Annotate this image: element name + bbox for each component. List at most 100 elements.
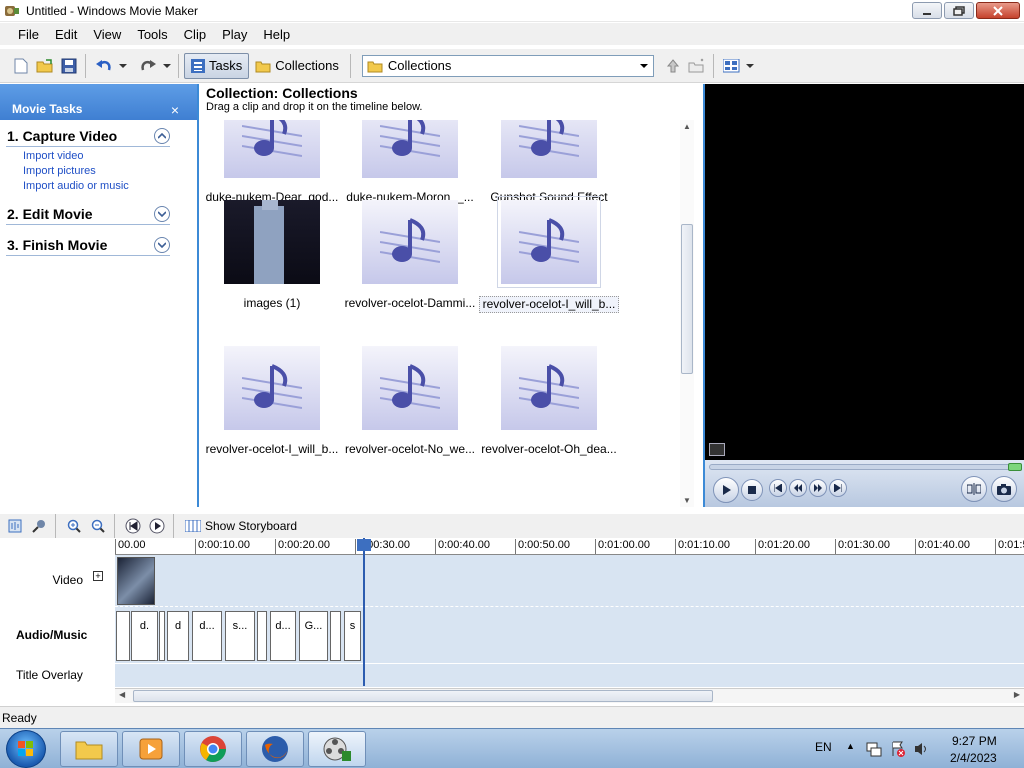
collection-scrollbar[interactable]: ▲ ▼ [680,120,694,507]
split-clip-button[interactable] [961,476,987,502]
scrollbar-thumb[interactable] [681,224,693,374]
play-button[interactable] [713,477,739,503]
collapse-section-button[interactable] [154,128,170,144]
import-audio-link[interactable]: Import audio or music [23,180,170,192]
tasks-button[interactable]: Tasks [184,52,250,79]
taskbar-movie-maker[interactable] [308,731,366,767]
audio-clip[interactable]: s [344,611,361,661]
new-project-button[interactable] [10,55,32,77]
scroll-left-arrow-icon[interactable]: ◀ [119,690,125,699]
photo-thumbnail[interactable] [224,200,320,284]
set-audio-levels-button[interactable] [4,516,26,536]
expand-section-button[interactable] [154,206,170,222]
fullscreen-icon[interactable] [709,443,725,456]
views-button[interactable] [721,55,743,77]
scrollbar-thumb[interactable] [133,690,713,702]
audio-clip[interactable] [330,611,341,661]
zoom-out-button[interactable] [87,516,109,536]
audio-thumbnail[interactable] [497,196,601,288]
maximize-button[interactable] [944,2,974,19]
playhead-marker[interactable] [357,539,371,551]
expand-section-button[interactable] [154,237,170,253]
undo-dropdown[interactable] [117,55,129,77]
play-timeline-button[interactable] [146,516,168,536]
narrate-timeline-button[interactable] [28,516,50,536]
audio-thumbnail[interactable] [501,346,597,430]
task-section-header[interactable]: 3. Finish Movie [6,235,170,256]
collection-item[interactable]: duke-nukem-Dear_god... [202,120,342,205]
open-project-button[interactable] [34,55,56,77]
close-tasks-pane-button[interactable]: × [171,102,179,118]
minimize-button[interactable] [912,2,942,19]
collection-item[interactable]: revolver-ocelot-Dammi... [340,200,480,311]
zoom-in-button[interactable] [63,516,85,536]
fast-forward-button[interactable] [809,479,827,497]
volume-icon[interactable] [914,741,930,757]
menu-file[interactable]: File [10,27,47,42]
audio-thumbnail[interactable] [501,120,597,178]
collections-button[interactable]: Collections [249,53,345,79]
task-section-header[interactable]: 1. Capture Video [6,126,170,147]
collection-item[interactable]: images (1) [202,200,342,311]
import-pictures-link[interactable]: Import pictures [23,165,170,177]
new-collection-folder-button[interactable] [686,55,708,77]
menu-edit[interactable]: Edit [47,27,85,42]
task-section-header[interactable]: 2. Edit Movie [6,204,170,225]
save-project-button[interactable] [58,55,80,77]
audio-clip[interactable]: d. [131,611,158,661]
video-clip-thumbnail[interactable] [117,557,155,605]
collection-item[interactable]: revolver-ocelot-I_will_b... [202,346,342,457]
audio-thumbnail[interactable] [362,200,458,284]
redo-dropdown[interactable] [161,55,173,77]
redo-button[interactable] [137,55,159,77]
playhead[interactable] [363,538,365,686]
audio-thumbnail[interactable] [224,346,320,430]
menu-clip[interactable]: Clip [176,27,214,42]
timeline-scrollbar[interactable]: ◀ ▶ [115,688,1024,703]
audio-clip[interactable]: G... [299,611,328,661]
audio-clip[interactable] [159,611,165,661]
menu-play[interactable]: Play [214,27,255,42]
audio-thumbnail[interactable] [224,120,320,178]
undo-button[interactable] [93,55,115,77]
audio-clip[interactable] [116,611,130,661]
audio-clip[interactable]: d... [270,611,296,661]
audio-thumbnail[interactable] [362,120,458,178]
start-button[interactable] [6,730,46,768]
language-indicator[interactable]: EN [815,740,832,754]
taskbar-explorer[interactable] [60,731,118,767]
seek-knob[interactable] [1008,463,1022,471]
up-one-level-button[interactable] [662,55,684,77]
action-center-icon[interactable] [890,741,906,757]
scroll-right-arrow-icon[interactable]: ▶ [1014,690,1020,699]
show-hidden-icons-icon[interactable]: ▲ [846,741,855,751]
clock-date[interactable]: 2/4/2023 [950,751,997,765]
collection-item[interactable]: revolver-ocelot-Oh_dea... [479,346,619,457]
scroll-up-arrow-icon[interactable]: ▲ [683,122,691,131]
previous-frame-button[interactable] [769,479,787,497]
audio-clip[interactable]: s... [225,611,255,661]
title-overlay-track[interactable] [115,663,1024,687]
clock-time[interactable]: 9:27 PM [952,734,997,748]
seek-bar[interactable] [709,463,1022,471]
rewind-timeline-button[interactable] [122,516,144,536]
collection-item[interactable]: revolver-ocelot-No_we... [340,346,480,457]
views-dropdown[interactable] [745,55,755,77]
audio-clip[interactable] [257,611,267,661]
close-button[interactable] [976,2,1020,19]
collection-dropdown[interactable]: Collections [361,54,654,77]
scroll-down-arrow-icon[interactable]: ▼ [683,496,691,505]
timeline-ruler[interactable]: 00.00 0:00:10.00 0:00:20.00 0:00:30.00 0:00:… [115,538,1024,555]
collection-item[interactable]: revolver-ocelot-I_will_b... [479,196,619,313]
stop-button[interactable] [741,479,763,501]
taskbar-media-player[interactable] [122,731,180,767]
collection-item[interactable]: duke-nukem-Moron__... [340,120,480,205]
rewind-button[interactable] [789,479,807,497]
expand-video-track-button[interactable]: + [93,571,103,581]
audio-clip[interactable]: d... [192,611,222,661]
video-track[interactable] [115,555,1024,607]
show-storyboard-button[interactable]: Show Storyboard [185,519,297,533]
import-video-link[interactable]: Import video [23,150,170,162]
audio-music-track[interactable]: d. d d... s... d... G... s [115,607,1024,663]
network-icon[interactable] [866,741,882,757]
